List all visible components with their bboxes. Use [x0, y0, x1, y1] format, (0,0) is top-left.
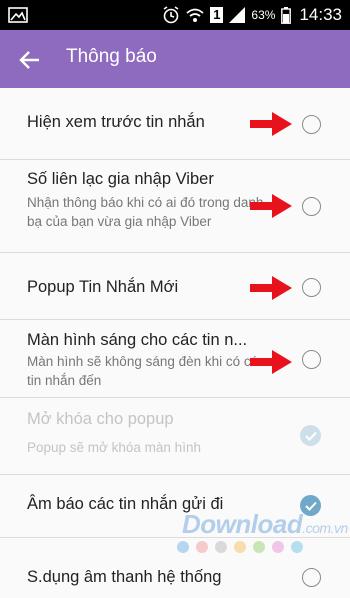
- watermark-logo: Download.com.vn: [182, 509, 348, 540]
- setting-message-preview[interactable]: Hiện xem trước tin nhắn: [0, 88, 350, 160]
- checkmark-icon: [304, 431, 317, 441]
- setting-screen-light[interactable]: Màn hình sáng cho các tin n... Màn hình …: [0, 320, 350, 398]
- setting-subtitle: Màn hình sẽ không sáng đèn khi có các ti…: [27, 354, 265, 388]
- status-bar: 1 63% 14:33: [0, 0, 350, 30]
- battery-icon: [281, 6, 292, 24]
- page-title: Thông báo: [66, 46, 157, 67]
- setting-unlock-popup: Mở khóa cho popup Popup sẽ mở khóa màn h…: [0, 398, 350, 475]
- setting-contact-joined-viber[interactable]: Số liên lạc gia nhập Viber Nhận thông bá…: [0, 160, 350, 253]
- watermark-suffix: .com.vn: [302, 520, 348, 536]
- gallery-icon: [8, 7, 28, 23]
- wifi-icon: [186, 8, 205, 22]
- alarm-icon: [163, 6, 179, 24]
- status-icons: 1 63% 14:33: [162, 0, 342, 30]
- annotation-arrow: [250, 194, 292, 218]
- signal-icon: [229, 7, 246, 23]
- setting-new-message-popup[interactable]: Popup Tin Nhắn Mới: [0, 253, 350, 320]
- setting-title: Hiện xem trước tin nhắn: [27, 113, 205, 131]
- unlock-popup-checkbox: [300, 425, 321, 446]
- setting-title: Mở khóa cho popup: [27, 410, 174, 428]
- sim-number: 1: [210, 7, 224, 23]
- back-arrow-icon[interactable]: [18, 48, 42, 72]
- clock: 14:33: [299, 5, 342, 24]
- annotation-arrow: [250, 350, 292, 374]
- watermark-dot: [253, 541, 265, 553]
- watermark-dot: [234, 541, 246, 553]
- contact-joined-radio[interactable]: [302, 197, 321, 216]
- setting-title: Popup Tin Nhắn Mới: [27, 278, 179, 296]
- watermark-text: Download: [182, 509, 303, 539]
- setting-title: Số liên lạc gia nhập Viber: [27, 170, 214, 188]
- watermark-dot: [291, 541, 303, 553]
- watermark-dots: [177, 541, 303, 553]
- watermark-dot: [177, 541, 189, 553]
- annotation-arrow: [250, 112, 292, 136]
- watermark-dot: [215, 541, 227, 553]
- watermark-dot: [196, 541, 208, 553]
- app-bar: Thông báo: [0, 30, 350, 88]
- annotation-arrow: [250, 276, 292, 300]
- setting-subtitle: Popup sẽ mở khóa màn hình: [27, 440, 201, 455]
- message-preview-radio[interactable]: [302, 115, 321, 134]
- setting-subtitle: Nhận thông báo khi có ai đó trong danh b…: [27, 195, 264, 229]
- message-popup-radio[interactable]: [302, 278, 321, 297]
- setting-title: S.dụng âm thanh hệ thống: [27, 568, 222, 586]
- watermark-dot: [272, 541, 284, 553]
- setting-title: Màn hình sáng cho các tin n...: [27, 331, 248, 349]
- screen-light-radio[interactable]: [302, 350, 321, 369]
- battery-percent: 63%: [251, 8, 276, 22]
- system-sound-radio[interactable]: [302, 568, 321, 587]
